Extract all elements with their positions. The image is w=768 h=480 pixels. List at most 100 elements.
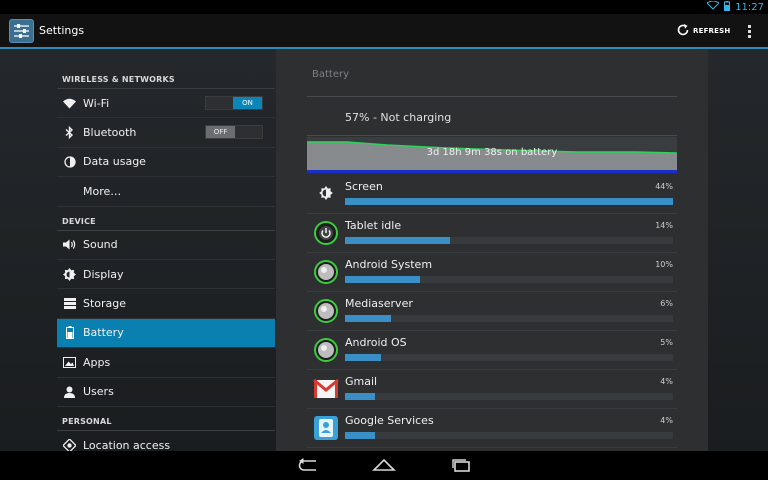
sidebar-item-label: More…	[83, 184, 122, 198]
usage-bar-fill	[345, 237, 450, 244]
back-icon	[295, 457, 319, 476]
sidebar-item-label: Battery	[83, 326, 124, 340]
navigation-bar	[0, 451, 768, 480]
refresh-icon	[676, 23, 690, 39]
graph-duration-label: 3d 18h 9m 38s on battery	[426, 147, 558, 158]
usage-row-android-system[interactable]: Android System 10%	[307, 253, 677, 292]
sidebar-item-label: Data usage	[83, 155, 146, 169]
user-icon	[63, 385, 76, 398]
usage-name: Screen	[345, 180, 383, 193]
sidebar-item-display[interactable]: Display	[57, 260, 275, 290]
battery-icon	[63, 326, 76, 340]
usage-name: Android System	[345, 258, 433, 271]
data-usage-icon	[63, 155, 76, 168]
settings-sidebar: WIRELESS & NETWORKS Wi-Fi ON Bluetooth O…	[57, 65, 275, 461]
usage-bar-fill	[345, 315, 391, 322]
clock: 11:27	[735, 1, 764, 13]
usage-bar-track	[345, 432, 673, 439]
sidebar-item-apps[interactable]: Apps	[57, 348, 275, 378]
sidebar-item-more[interactable]: More…	[57, 177, 275, 207]
usage-percent: 4%	[660, 377, 673, 386]
sidebar-item-label: Bluetooth	[83, 126, 137, 140]
usage-bar-fill	[345, 354, 382, 361]
android-system-icon	[313, 259, 339, 285]
battery-history-graph[interactable]: 3d 18h 9m 38s on battery	[307, 137, 677, 173]
gmail-icon	[313, 376, 339, 402]
recent-apps-icon	[450, 457, 472, 476]
usage-name: Android OS	[345, 336, 407, 349]
usage-bar-fill	[345, 198, 673, 205]
toggle-state: OFF	[206, 126, 235, 139]
sidebar-item-label: Apps	[83, 355, 111, 369]
status-bar: 11:27	[0, 0, 768, 14]
sidebar-item-sound[interactable]: Sound	[57, 231, 275, 260]
divider	[307, 135, 677, 136]
section-header-device: DEVICE	[57, 207, 275, 231]
refresh-button[interactable]: REFRESH	[676, 20, 730, 42]
toggle-state: ON	[233, 97, 262, 109]
overflow-dot-icon	[747, 34, 751, 38]
usage-percent: 6%	[660, 299, 673, 308]
sidebar-item-bluetooth[interactable]: Bluetooth OFF	[57, 118, 275, 148]
usage-row-android-os[interactable]: Android OS 5%	[307, 331, 677, 370]
storage-icon	[63, 297, 76, 310]
overflow-menu-button[interactable]	[740, 19, 758, 43]
usage-row-tablet-idle[interactable]: Tablet idle 14%	[307, 214, 677, 253]
battery-status-icon	[724, 0, 731, 14]
android-os-icon	[313, 337, 339, 363]
tablet-idle-icon	[313, 220, 339, 246]
section-title: Battery	[312, 69, 350, 80]
apps-icon	[63, 356, 76, 369]
mediaserver-icon	[313, 298, 339, 324]
action-bar: Settings REFRESH	[0, 14, 768, 48]
sidebar-item-users[interactable]: Users	[57, 378, 275, 407]
usage-bar-track	[345, 276, 673, 283]
content-area: WIRELESS & NETWORKS Wi-Fi ON Bluetooth O…	[0, 49, 768, 461]
usage-percent: 14%	[655, 221, 673, 230]
usage-name: Tablet idle	[345, 219, 402, 232]
brightness-icon	[63, 267, 76, 281]
divider	[307, 96, 677, 97]
sidebar-item-data-usage[interactable]: Data usage	[57, 148, 275, 178]
sidebar-item-label: Wi-Fi	[83, 96, 110, 110]
recent-apps-button[interactable]	[446, 456, 476, 476]
wifi-icon	[63, 97, 76, 110]
usage-row-mediaserver[interactable]: Mediaserver 6%	[307, 292, 677, 331]
bluetooth-icon	[63, 126, 76, 140]
sidebar-item-label: Storage	[83, 297, 127, 311]
usage-row-gmail[interactable]: Gmail 4%	[307, 370, 677, 409]
home-button[interactable]	[369, 456, 399, 476]
overflow-dot-icon	[747, 29, 751, 33]
sidebar-item-label: Display	[83, 267, 124, 281]
sidebar-item-battery[interactable]: Battery	[57, 318, 275, 349]
settings-app-icon[interactable]	[9, 19, 34, 43]
sidebar-item-wifi[interactable]: Wi-Fi ON	[57, 89, 275, 119]
usage-name: Google Services	[345, 414, 434, 427]
usage-percent: 10%	[655, 260, 673, 269]
sidebar-item-label: Location access	[83, 438, 171, 452]
google-services-icon	[313, 415, 339, 441]
back-button[interactable]	[292, 456, 322, 476]
usage-row-screen[interactable]: Screen 44%	[307, 175, 677, 214]
speaker-icon	[63, 238, 76, 251]
usage-name: Mediaserver	[345, 297, 413, 310]
overflow-dot-icon	[747, 24, 751, 28]
wifi-signal-icon	[706, 0, 720, 13]
sidebar-item-storage[interactable]: Storage	[57, 289, 275, 319]
location-icon	[63, 438, 76, 452]
wifi-toggle[interactable]: ON	[205, 96, 263, 110]
usage-name: Gmail	[345, 375, 378, 388]
battery-status-text: 57% - Not charging	[345, 111, 452, 124]
section-header-wireless: WIRELESS & NETWORKS	[57, 65, 275, 89]
usage-bar-track	[345, 393, 673, 400]
usage-row-google-services[interactable]: Google Services 4%	[307, 409, 677, 448]
usage-percent: 4%	[660, 416, 673, 425]
page-title: Settings	[39, 24, 85, 37]
sidebar-item-label: Sound	[83, 238, 118, 252]
usage-bar-fill	[345, 393, 375, 400]
screen-brightness-icon	[313, 181, 339, 207]
bluetooth-toggle[interactable]: OFF	[205, 125, 263, 140]
usage-bar-fill	[345, 432, 375, 439]
usage-bar-track	[345, 237, 673, 244]
home-icon	[372, 457, 396, 476]
